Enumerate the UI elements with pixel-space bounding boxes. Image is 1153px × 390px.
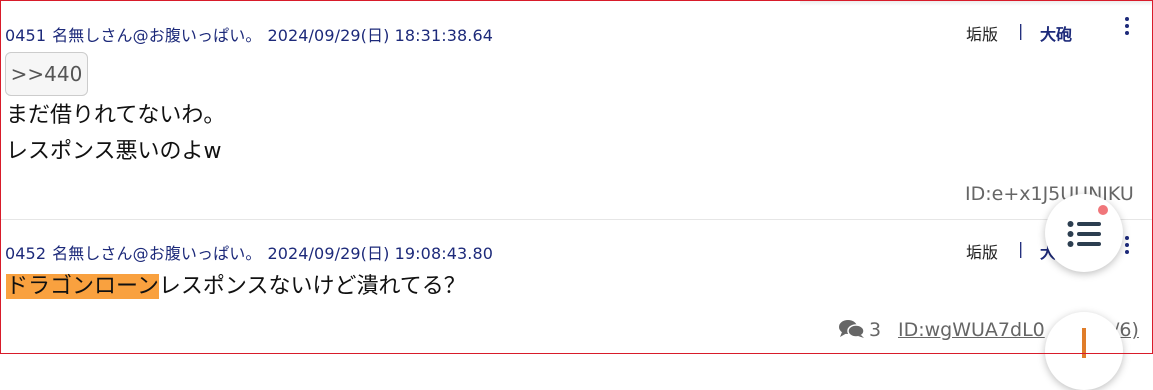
post-header: 0451 名無しさん@お腹いっぱい。 2024/09/29(日) 18:31:38.…	[5, 22, 493, 46]
poster-name: 名無しさん@お腹いっぱい。	[52, 244, 262, 263]
post-header: 0452 名無しさん@お腹いっぱい。 2024/09/29(日) 19:08:43.…	[5, 240, 493, 264]
reply-anchor-link[interactable]: >>440	[5, 52, 88, 96]
kakoban-link[interactable]: 垢版	[966, 239, 998, 263]
kakoban-link[interactable]: 垢版	[966, 21, 998, 45]
post-datetime: 2024/09/29(日) 19:08:43.80	[267, 244, 494, 263]
post-number[interactable]: 0451	[5, 26, 46, 45]
scroll-button[interactable]	[1045, 312, 1123, 390]
poster-name: 名無しさん@お腹いっぱい。	[52, 26, 262, 45]
notification-dot	[1098, 205, 1108, 215]
reply-count[interactable]: 3	[839, 319, 881, 344]
post-datetime: 2024/09/29(日) 18:31:38.64	[267, 26, 494, 45]
reply-count-value: 3	[869, 319, 882, 341]
comments-icon	[839, 319, 865, 344]
post-line: まだ借りれてないわ。	[6, 103, 226, 128]
post-text: レスポンスないけど潰れてる？	[158, 274, 466, 299]
action-separator: |	[1018, 239, 1024, 258]
search-highlight: ドラゴンローン	[6, 274, 159, 299]
post-body: ドラゴンローンレスポンスないけど潰れてる？	[6, 269, 466, 305]
list-menu-icon	[1067, 221, 1101, 247]
list-menu-button[interactable]	[1045, 194, 1123, 272]
poster-id[interactable]: ID:wgWUA7dL0	[898, 319, 1045, 341]
post-number[interactable]: 0452	[5, 244, 46, 263]
post-line: レスポンス悪いのよw	[6, 139, 222, 164]
kebab-menu-icon[interactable]	[1124, 17, 1130, 38]
kebab-menu-icon[interactable]	[1124, 236, 1130, 257]
taihou-link[interactable]: 大砲	[1040, 21, 1072, 45]
poster-id-text: ID:wgWUA7dL0	[898, 319, 1045, 341]
post-body: まだ借りれてないわ。 レスポンス悪いのよw	[6, 98, 225, 170]
action-separator: |	[1018, 21, 1024, 40]
